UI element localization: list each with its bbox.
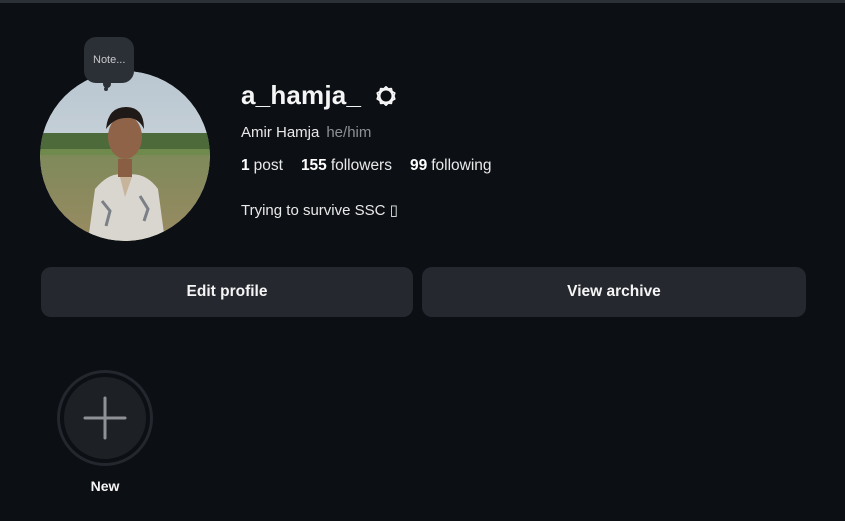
bio: Trying to survive SSC ▯ [241, 202, 398, 219]
followers-link[interactable]: 155 followers [301, 157, 392, 175]
following-count: 99 [409, 157, 428, 174]
plus-icon [83, 396, 127, 440]
name-line: Amir Hamja he/him [241, 124, 371, 141]
following-link[interactable]: 99 following [410, 157, 492, 175]
username-row: a_hamja_ [241, 80, 399, 111]
avatar-photo[interactable] [40, 71, 210, 241]
posts-count: 1 [241, 157, 250, 174]
new-highlight-label: New [90, 478, 120, 494]
note-bubble-tail-dot [104, 87, 108, 91]
new-highlight-ring [57, 370, 153, 466]
posts-stat: 1 post [241, 157, 283, 175]
profile-page: Note... a_hamja_ Amir Hamja he/him 1 post … [0, 0, 845, 521]
top-divider [0, 0, 845, 3]
edit-profile-label: Edit profile [186, 283, 268, 300]
edit-profile-button[interactable]: Edit profile [41, 267, 413, 317]
following-label: following [431, 157, 492, 174]
pronouns: he/him [326, 124, 372, 141]
new-highlight-inner [64, 377, 146, 459]
username: a_hamja_ [241, 80, 362, 110]
followers-label: followers [330, 157, 392, 174]
followers-count: 155 [300, 157, 327, 174]
view-archive-label: View archive [567, 283, 661, 300]
note-bubble[interactable]: Note... [84, 37, 135, 83]
profile-avatar[interactable] [40, 71, 210, 241]
profile-stats: 1 post 155 followers 99 following [241, 157, 492, 175]
full-name: Amir Hamja [241, 124, 320, 141]
posts-label: post [253, 157, 283, 174]
gear-icon[interactable] [373, 83, 399, 109]
new-highlight-button[interactable]: New [57, 370, 153, 494]
note-label: Note... [93, 54, 126, 66]
view-archive-button[interactable]: View archive [422, 267, 806, 317]
